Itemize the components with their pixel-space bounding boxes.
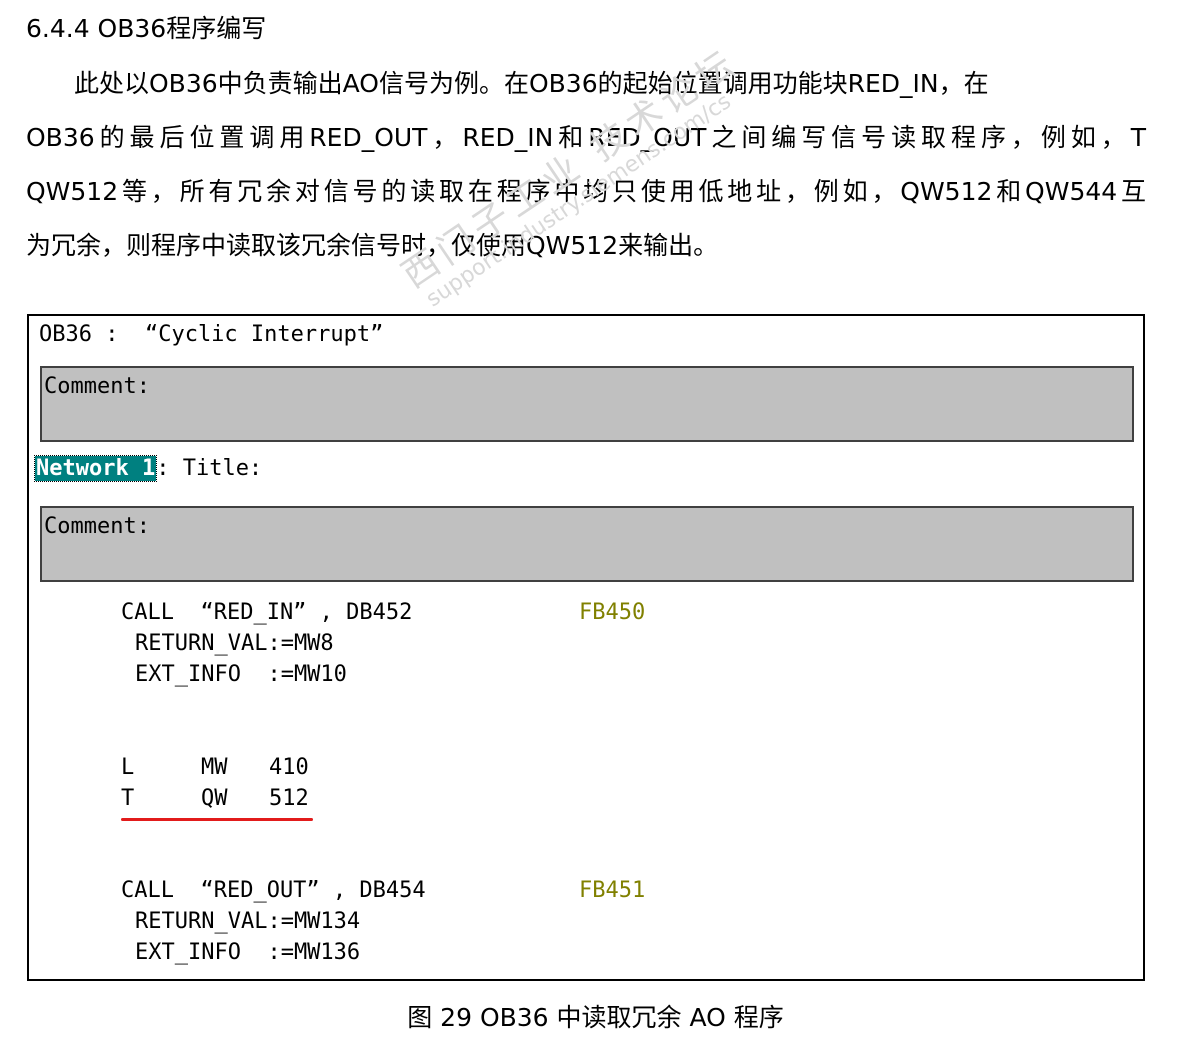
- transfer-num: 512: [269, 786, 309, 811]
- load-num: 410: [269, 755, 309, 780]
- figure-caption: 图 29 OB36 中读取冗余 AO 程序: [407, 1003, 784, 1032]
- param-ext-info: EXT_INFO :=MW10: [135, 662, 347, 687]
- call-red-out: CALL “RED_OUT” , DB454: [121, 878, 426, 903]
- block-comment-box[interactable]: Comment:: [40, 366, 1134, 442]
- fb-annotation: FB451: [579, 878, 646, 903]
- fb-annotation: FB450: [579, 600, 646, 625]
- call-red-in: CALL “RED_IN” , DB452: [121, 600, 413, 625]
- param-return-val: RETURN_VAL:=MW8: [135, 631, 334, 656]
- body-paragraph: 此处以OB36中负责输出AO信号为例。在OB36的起始位置调用功能块RED_IN…: [26, 57, 1146, 273]
- paragraph-line: 此处以OB36中负责输出AO信号为例。在OB36的起始位置调用功能块RED_IN…: [74, 69, 989, 98]
- paragraph-line: QW512等，所有冗余对信号的读取在程序中均只使用低地址，例如，QW512和QW…: [26, 177, 1146, 206]
- red-underline: [121, 818, 313, 821]
- paragraph-line: OB36的最后位置调用RED_OUT，RED_IN和RED_OUT之间编写信号读…: [26, 123, 1146, 152]
- network-comment-box[interactable]: Comment:: [40, 506, 1134, 582]
- transfer-op: T: [121, 786, 135, 811]
- load-op: L: [121, 755, 135, 780]
- network-header: Network 1: Title:: [33, 455, 263, 482]
- ob-title: OB36 : “Cyclic Interrupt”: [39, 322, 384, 347]
- network-title: : Title:: [156, 456, 263, 481]
- code-figure: OB36 : “Cyclic Interrupt” Comment: Netwo…: [27, 314, 1145, 981]
- comment-label: Comment:: [44, 374, 150, 399]
- network-label[interactable]: Network 1: [33, 455, 158, 482]
- param-ext-info: EXT_INFO :=MW136: [135, 940, 361, 965]
- section-heading: 6.4.4 OB36程序编写: [26, 14, 267, 43]
- transfer-addr: QW: [201, 786, 228, 811]
- load-addr: MW: [201, 755, 228, 780]
- comment-label: Comment:: [44, 514, 150, 539]
- param-return-val: RETURN_VAL:=MW134: [135, 909, 361, 934]
- paragraph-line: 为冗余，则程序中读取该冗余信号时，仅使用QW512来输出。: [26, 231, 719, 260]
